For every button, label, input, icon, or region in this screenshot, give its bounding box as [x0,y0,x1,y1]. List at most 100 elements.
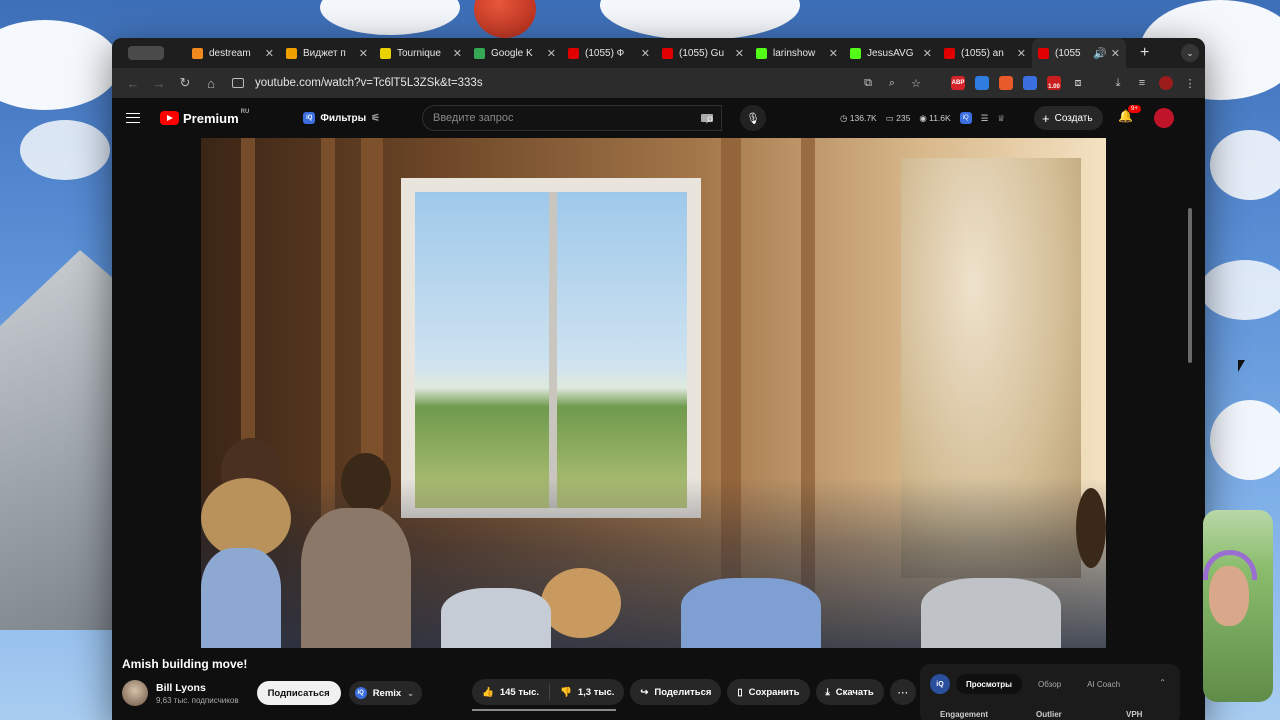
page-scrollbar[interactable] [1188,208,1192,363]
channel-avatar[interactable] [122,680,148,706]
vidiq-stats: ◷ 136.7K ▭ 235 ◉ 11.6K iQ ☰ ♕ [840,98,1005,138]
remix-button[interactable]: iQ Remix ⌄ [348,681,422,705]
tab-favicon-icon [662,47,673,59]
channel-row: Bill Lyons 9,63 тыс. подписчиков Подписа… [122,679,422,707]
download-icon[interactable]: ⤓ [1111,76,1125,90]
url-text: youtube.com/watch?v=Tc6lT5L3ZSk&t=333s [255,77,483,89]
profile-avatar-icon[interactable] [1159,76,1173,90]
video-player[interactable] [112,138,1195,648]
close-tab-icon[interactable]: ✕ [265,47,274,60]
speed-extension-icon[interactable]: 1.00 [1047,76,1061,90]
browser-tab[interactable]: (1055) an ✕ [938,38,1032,68]
browser-tab[interactable]: (1055) Gu ✕ [656,38,750,68]
youtube-play-icon [160,111,179,125]
vidiq-icon[interactable]: iQ [959,112,972,124]
panel-columns: Engagement Outlier VPH [940,710,1143,719]
like-dislike-group: 👍 145 тыс. 👎 1,3 тыс. [472,679,625,711]
extensions-puzzle-icon[interactable]: ⧈ [1071,76,1085,90]
youtube-logo[interactable]: Premium RU [160,109,249,126]
close-tab-icon[interactable]: ✕ [547,47,556,60]
close-tab-icon[interactable]: ✕ [453,47,462,60]
install-app-icon[interactable]: ⧉ [861,76,875,90]
browser-tab[interactable]: JesusAVG ✕ [844,38,938,68]
subscribe-button[interactable]: Подписаться [256,681,341,705]
headphones-graphic [1203,550,1257,580]
tab-overview[interactable]: Обзор [1028,674,1071,694]
thumbs-down-icon: 👎 [560,686,572,698]
create-button[interactable]: + Создать [1034,106,1103,130]
back-icon[interactable]: ← [120,76,146,91]
browser-tab[interactable]: larinshow ✕ [750,38,844,68]
site-info-icon[interactable] [232,78,244,88]
browser-tab[interactable]: Google K ✕ [468,38,562,68]
menu-kebab-icon[interactable]: ⋮ [1183,76,1197,90]
close-tab-icon[interactable]: ✕ [359,47,368,60]
close-tab-icon[interactable]: ✕ [923,47,932,60]
tab-groups-icon[interactable] [128,46,164,60]
video-frame[interactable] [201,138,1106,648]
chevron-down-icon: ⌄ [407,688,414,698]
bookmark-star-icon[interactable]: ☆ [909,76,923,90]
tab-favicon-icon [1038,47,1049,59]
browser-tab[interactable]: Tournique ✕ [374,38,468,68]
vidiq-panel: iQ Просмотры Обзор AI Coach ⌃ Engagement… [920,664,1180,720]
speaker-icon[interactable]: 🔊 [1093,47,1107,60]
dislike-button[interactable]: 👎 1,3 тыс. [550,679,624,705]
fox-extension-icon[interactable] [999,76,1013,90]
save-button[interactable]: ▯ Сохранить [727,679,810,705]
browser-tab[interactable]: destream ✕ [186,38,280,68]
video-title: Amish building move! [122,657,248,671]
like-button[interactable]: 👍 145 тыс. [472,679,549,705]
browser-tab[interactable]: (1055) Ф ✕ [562,38,656,68]
media-controls-icon[interactable]: ≡ [1135,76,1149,90]
channel-info: Bill Lyons 9,63 тыс. подписчиков [156,682,239,705]
close-tab-icon[interactable]: ✕ [829,47,838,60]
download-icon: ⤓ [825,686,830,698]
vidiq-icon: iQ [303,112,316,124]
download-button[interactable]: ⤓ Скачать [815,679,884,705]
tab-favicon-icon [944,47,955,59]
close-tab-icon[interactable]: ✕ [735,47,744,60]
tab-favicon-icon [286,47,297,59]
vidiq-extension-icon[interactable] [1023,76,1037,90]
filters-button[interactable]: iQ Фильтры ⚟ [303,112,380,124]
account-avatar[interactable] [1154,108,1174,128]
tab-favicon-icon [192,47,203,59]
vidiq-logo-icon[interactable]: iQ [930,674,950,694]
zoom-icon[interactable]: ⌕ [885,76,899,90]
home-icon[interactable]: ⌂ [198,76,224,91]
url-field[interactable]: youtube.com/watch?v=Tc6lT5L3ZSk&t=333s [232,77,483,89]
plus-icon: + [1042,110,1050,126]
hamburger-menu-icon[interactable] [126,113,140,123]
close-tab-icon[interactable]: ✕ [1017,47,1026,60]
browser-tab[interactable]: Виджет п ✕ [280,38,374,68]
thumbs-up-icon: 👍 [482,686,494,698]
webcam-overlay [1203,510,1273,702]
chevron-up-icon[interactable]: ⌃ [1159,678,1166,687]
tab-favicon-icon [474,47,485,59]
new-tab-icon[interactable]: + [1140,44,1149,62]
adblock-extension-icon[interactable]: ABP [951,76,965,90]
browser-tab-active[interactable]: (1055 🔊 ✕ [1032,38,1126,68]
share-icon: ↪ [640,686,649,698]
share-button[interactable]: ↪ Поделиться [630,679,722,705]
tab-search-icon[interactable]: ⌄ [1181,44,1199,62]
close-tab-icon[interactable]: ✕ [641,47,650,60]
tab-ai-coach[interactable]: AI Coach [1077,674,1130,694]
tab-views[interactable]: Просмотры [956,674,1023,694]
vidiq-icon: iQ [354,687,367,699]
shield-extension-icon[interactable] [975,76,989,90]
more-actions-icon[interactable]: ⋯ [889,679,916,705]
close-tab-icon[interactable]: ✕ [1111,47,1120,60]
notification-badge: 9+ [1128,105,1141,113]
channel-name[interactable]: Bill Lyons [156,682,239,694]
search-input[interactable]: Введите запрос [422,105,722,131]
tab-favicon-icon [380,47,391,59]
microphone-icon[interactable]: 🎙 [740,105,766,131]
forward-icon[interactable]: → [146,76,172,91]
search-icon[interactable]: ⌕ [692,105,728,131]
reload-icon[interactable]: ↻ [172,75,198,91]
list-icon[interactable]: ☰ [981,113,989,124]
trophy-icon[interactable]: ♕ [997,113,1005,124]
subscriber-count: 9,63 тыс. подписчиков [156,695,239,705]
